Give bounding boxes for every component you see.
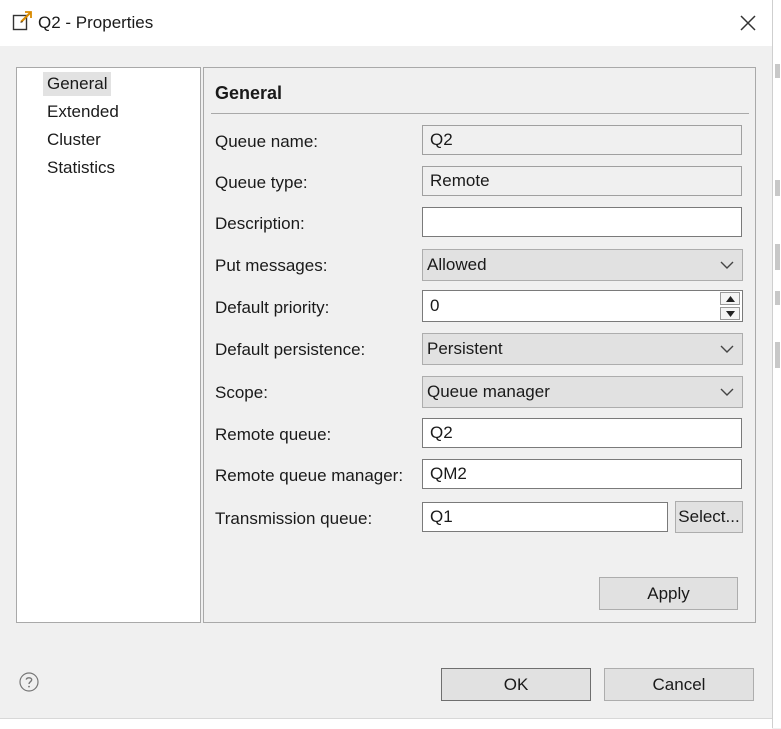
default-priority-label: Default priority: — [215, 298, 330, 317]
properties-page-icon — [12, 11, 32, 31]
window-bottom-edge — [0, 718, 772, 729]
apply-button[interactable]: Apply — [599, 577, 738, 610]
triangle-up-icon — [725, 295, 735, 302]
queue-type-field[interactable] — [422, 166, 742, 196]
remote-queue-field[interactable] — [422, 418, 742, 448]
triangle-down-icon — [725, 310, 735, 317]
transmission-queue-label: Transmission queue: — [215, 509, 373, 528]
description-label: Description: — [215, 214, 305, 233]
default-priority-value: 0 — [430, 296, 440, 315]
window-title: Q2 - Properties — [38, 13, 154, 32]
queue-type-label: Queue type: — [215, 173, 308, 192]
nav-item-statistics[interactable]: Statistics — [43, 156, 119, 180]
nav-item-general[interactable]: General — [43, 72, 112, 96]
put-messages-label: Put messages: — [215, 256, 328, 275]
remote-queue-label: Remote queue: — [215, 425, 332, 444]
scope-value: Queue manager — [427, 382, 550, 401]
chevron-down-icon — [720, 345, 734, 353]
cancel-button[interactable]: Cancel — [604, 668, 754, 701]
default-persistence-value: Persistent — [427, 339, 503, 358]
nav-item-extended[interactable]: Extended — [43, 100, 123, 124]
put-messages-dropdown[interactable]: Allowed — [422, 249, 743, 281]
description-field[interactable] — [422, 207, 742, 237]
help-button[interactable] — [19, 672, 39, 692]
chevron-down-icon — [720, 261, 734, 269]
select-button[interactable]: Select... — [675, 501, 743, 533]
default-priority-spinner[interactable]: 0 — [422, 290, 743, 322]
ok-button[interactable]: OK — [441, 668, 591, 701]
default-persistence-label: Default persistence: — [215, 340, 366, 359]
window-edge — [772, 0, 781, 728]
default-persistence-dropdown[interactable]: Persistent — [422, 333, 743, 365]
spin-down-button[interactable] — [720, 307, 740, 320]
remote-queue-manager-field[interactable] — [422, 459, 742, 489]
spin-up-button[interactable] — [720, 292, 740, 305]
transmission-queue-field[interactable] — [422, 502, 668, 532]
queue-name-field[interactable] — [422, 125, 742, 155]
heading-divider — [211, 113, 749, 114]
scope-dropdown[interactable]: Queue manager — [422, 376, 743, 408]
panel-heading: General — [215, 83, 283, 103]
nav-item-cluster[interactable]: Cluster — [43, 128, 105, 152]
remote-queue-manager-label: Remote queue manager: — [215, 466, 404, 485]
help-icon — [19, 672, 39, 692]
close-icon — [740, 15, 756, 31]
page-navigation: General Extended Cluster Statistics — [16, 67, 201, 623]
close-button[interactable] — [730, 6, 766, 40]
scope-label: Scope: — [215, 383, 268, 402]
chevron-down-icon — [720, 388, 734, 396]
title-bar: Q2 - Properties — [0, 0, 772, 46]
queue-name-label: Queue name: — [215, 132, 319, 151]
put-messages-value: Allowed — [427, 255, 487, 274]
